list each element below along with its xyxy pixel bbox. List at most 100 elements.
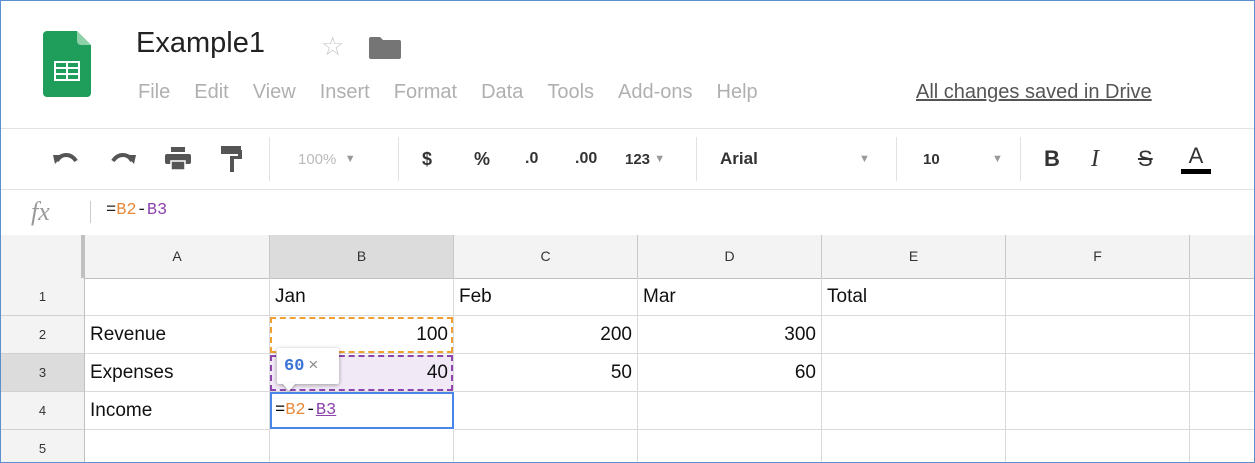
menu-insert[interactable]: Insert: [320, 81, 370, 103]
cell-d2[interactable]: 300: [638, 316, 822, 354]
sheets-logo-icon[interactable]: [43, 31, 91, 97]
paint-format-icon[interactable]: [221, 129, 243, 189]
chevron-down-icon: ▼: [654, 153, 666, 165]
undo-icon[interactable]: [53, 129, 79, 189]
chevron-down-icon[interactable]: ▼: [992, 129, 1003, 189]
document-title[interactable]: Example1: [136, 27, 265, 60]
cell-d1[interactable]: Mar: [638, 278, 822, 316]
cell-f2[interactable]: [1006, 316, 1190, 354]
formula-result-tooltip: 60 ×: [277, 348, 339, 384]
column-header-e[interactable]: E: [822, 235, 1006, 278]
text-color-swatch: [1181, 168, 1211, 174]
more-formats-label: 123: [625, 150, 651, 168]
italic-button[interactable]: I: [1091, 129, 1099, 189]
formula-ref-b2: B2: [116, 201, 137, 220]
increase-decimal-button[interactable]: .00: [575, 129, 597, 189]
menu-view[interactable]: View: [253, 81, 296, 103]
cell-b1[interactable]: Jan: [270, 278, 454, 316]
cell-e5[interactable]: [822, 430, 1006, 462]
decrease-decimal-button[interactable]: .0: [525, 129, 538, 189]
cell-g2[interactable]: [1190, 316, 1254, 354]
cell-e4[interactable]: [822, 392, 1006, 430]
bold-button[interactable]: B: [1044, 129, 1060, 189]
cell-e1[interactable]: Total: [822, 278, 1006, 316]
cell-b4-editor[interactable]: =B2-B3: [270, 392, 454, 429]
menu-file[interactable]: File: [138, 81, 170, 103]
zoom-select[interactable]: 100% ▼: [298, 129, 356, 189]
toolbar: 100% ▼ $ % .0 .00 123 ▼ Arial ▼ 10 ▼ B I…: [1, 128, 1254, 190]
cell-e3[interactable]: [822, 354, 1006, 392]
row-header-5[interactable]: 5: [1, 430, 85, 462]
cell-g4[interactable]: [1190, 392, 1254, 430]
cell-c4[interactable]: [454, 392, 638, 430]
percent-format-button[interactable]: %: [474, 129, 490, 189]
chevron-down-icon: ▼: [344, 153, 356, 165]
cell-g3[interactable]: [1190, 354, 1254, 392]
row-header-3[interactable]: 3: [1, 354, 85, 392]
cell-e2[interactable]: [822, 316, 1006, 354]
font-size-select[interactable]: 10: [923, 129, 940, 189]
chevron-down-icon[interactable]: ▼: [859, 129, 870, 189]
zoom-value: 100%: [298, 150, 337, 168]
column-header-f[interactable]: F: [1006, 235, 1190, 278]
cell-c5[interactable]: [454, 430, 638, 462]
redo-icon[interactable]: [110, 129, 136, 189]
cell-a4[interactable]: Income: [85, 392, 270, 430]
column-header-c[interactable]: C: [454, 235, 638, 278]
formula-operator: -: [136, 201, 147, 220]
cell-f4[interactable]: [1006, 392, 1190, 430]
cell-c2[interactable]: 200: [454, 316, 638, 354]
cell-a5[interactable]: [85, 430, 270, 462]
column-header-g[interactable]: [1190, 235, 1254, 278]
cell-f1[interactable]: [1006, 278, 1190, 316]
font-name: Arial: [720, 149, 758, 168]
cell-b5[interactable]: [270, 430, 454, 462]
print-icon[interactable]: [165, 129, 191, 189]
text-color-label: A: [1188, 142, 1204, 168]
cell-c1[interactable]: Feb: [454, 278, 638, 316]
cell-a2[interactable]: Revenue: [85, 316, 270, 354]
menu-data[interactable]: Data: [481, 81, 523, 103]
font-select[interactable]: Arial: [720, 129, 758, 189]
more-formats-button[interactable]: 123 ▼: [625, 129, 665, 189]
fx-icon: fx: [31, 197, 50, 226]
currency-format-button[interactable]: $: [422, 129, 432, 189]
editor-prefix: =: [275, 401, 286, 420]
select-all-corner[interactable]: [1, 235, 85, 278]
menu-tools[interactable]: Tools: [547, 81, 594, 103]
text-color-button[interactable]: A: [1181, 129, 1211, 189]
menu-format[interactable]: Format: [394, 81, 457, 103]
save-status-link[interactable]: All changes saved in Drive: [916, 81, 1152, 104]
row-header-1[interactable]: 1: [1, 278, 85, 316]
cell-c3[interactable]: 50: [454, 354, 638, 392]
column-header-b[interactable]: B: [270, 235, 454, 278]
close-icon[interactable]: ×: [308, 355, 318, 374]
editor-ref-b3: B3: [315, 401, 337, 420]
cell-f3[interactable]: [1006, 354, 1190, 392]
row-header-2[interactable]: 2: [1, 316, 85, 354]
menu-help[interactable]: Help: [717, 81, 758, 103]
column-header-d[interactable]: D: [638, 235, 822, 278]
cell-d4[interactable]: [638, 392, 822, 430]
cell-g5[interactable]: [1190, 430, 1254, 462]
cell-a3[interactable]: Expenses: [85, 354, 270, 392]
editor-ref-b2: B2: [285, 401, 306, 420]
column-header-a[interactable]: A: [85, 235, 270, 278]
formula-prefix: =: [106, 201, 117, 220]
folder-icon[interactable]: [369, 37, 401, 64]
cell-f5[interactable]: [1006, 430, 1190, 462]
formula-bar: fx =B2-B3: [1, 189, 1254, 236]
cell-g1[interactable]: [1190, 278, 1254, 316]
menu-edit[interactable]: Edit: [194, 81, 228, 103]
menu-addons[interactable]: Add-ons: [618, 81, 693, 103]
cell-d5[interactable]: [638, 430, 822, 462]
row-header-4[interactable]: 4: [1, 392, 85, 430]
formula-input[interactable]: =B2-B3: [106, 201, 167, 220]
cell-d3[interactable]: 60: [638, 354, 822, 392]
spreadsheet-window: Example1 ☆ File Edit View Insert Format Data T…: [0, 0, 1255, 463]
star-icon[interactable]: ☆: [321, 31, 344, 62]
increase-decimal-label: .00: [575, 150, 598, 167]
tooltip-arrow: [282, 383, 296, 391]
cell-a1[interactable]: [85, 278, 270, 316]
strikethrough-button[interactable]: S: [1138, 129, 1153, 189]
